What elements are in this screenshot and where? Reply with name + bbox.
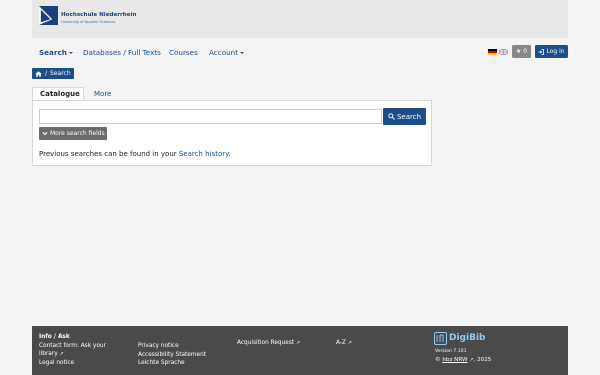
footer-col-policies: Privacy notice Accessibility Statement L…: [138, 342, 206, 368]
footer-acquisition-label: Acquisition Request: [237, 340, 295, 346]
star-icon: ★: [515, 48, 522, 55]
footer-easy-language-link[interactable]: Leichte Sprache: [138, 359, 206, 368]
nav-courses[interactable]: Courses: [169, 48, 198, 57]
footer-privacy-link[interactable]: Privacy notice: [138, 342, 206, 351]
external-link-icon: ↗: [295, 340, 301, 346]
external-link-icon: ↗: [59, 351, 64, 358]
digibib-name: DigiBib: [449, 333, 486, 343]
login-icon: [538, 48, 545, 55]
footer-col-acquisition: Acquisition Request ↗: [237, 339, 300, 348]
breadcrumb[interactable]: / Search: [32, 68, 74, 79]
footer-az-link[interactable]: A-Z ↗: [336, 339, 352, 348]
search-icon: [388, 113, 395, 120]
footer-contact-link[interactable]: Contact form: Ask your: [39, 342, 106, 351]
logo-name: Hochschule Niederrhein: [61, 12, 137, 18]
main-nav: Search Databases / Full Texts Courses Ac…: [32, 38, 568, 66]
footer-acquisition-link[interactable]: Acquisition Request ↗: [237, 339, 300, 348]
chevron-down-icon: [68, 52, 73, 54]
search-input[interactable]: [39, 109, 382, 124]
footer-heading: Info / Ask: [39, 334, 70, 340]
nav-search-menu[interactable]: Search: [39, 48, 73, 57]
tab-catalogue[interactable]: Catalogue: [32, 87, 84, 100]
period: .: [228, 150, 231, 158]
german-flag-icon[interactable]: [488, 49, 497, 55]
digibib-logo-icon[interactable]: [434, 332, 447, 345]
nav-databases[interactable]: Databases / Full Texts: [83, 48, 161, 57]
site-footer: Info / Ask Contact form: Ask your librar…: [32, 326, 568, 375]
login-button[interactable]: Log in: [535, 45, 568, 58]
footer-legal-link[interactable]: Legal notice: [39, 359, 106, 368]
chevron-down-icon: [42, 131, 48, 136]
bookmark-count: 0: [523, 48, 528, 55]
logo-subtitle: University of Applied Sciences: [61, 20, 116, 24]
nav-account-menu[interactable]: Account: [209, 48, 245, 57]
search-button[interactable]: Search: [383, 108, 426, 125]
home-icon: [35, 70, 42, 77]
previous-searches-text: Previous searches can be found in your S…: [39, 150, 230, 158]
site-header: Hochschule Niederrhein University of App…: [32, 0, 568, 38]
footer-az-label: A-Z: [336, 340, 346, 346]
breadcrumb-separator: /: [45, 70, 48, 77]
chevron-down-icon: [240, 52, 245, 54]
bookmarks-button[interactable]: ★ 0: [512, 45, 531, 58]
footer-accessibility-link[interactable]: Accessibility Statement: [138, 351, 206, 360]
nav-account-label: Account: [209, 48, 239, 57]
digibib-version: Version 7.101: [435, 349, 467, 354]
login-label: Log in: [546, 48, 565, 55]
nav-search-label: Search: [39, 48, 67, 57]
hbz-link[interactable]: hbz NRW: [442, 357, 467, 363]
uk-flag-icon[interactable]: [499, 49, 508, 55]
breadcrumb-current: Search: [50, 70, 71, 77]
tab-more[interactable]: More: [94, 87, 111, 100]
search-panel: Search More search fields Previous searc…: [32, 100, 432, 166]
copyright-symbol: ©: [435, 357, 441, 363]
footer-col-az: A-Z ↗: [336, 339, 352, 348]
external-link-icon: ↗: [347, 340, 352, 346]
footer-library-label: library: [39, 351, 58, 358]
digibib-copyright: © hbz NRW ↗, 2025: [435, 357, 491, 363]
search-button-label: Search: [396, 112, 422, 121]
university-logo-icon[interactable]: [39, 6, 58, 25]
footer-library-link[interactable]: library ↗: [39, 350, 106, 359]
search-history-link[interactable]: Search history: [179, 150, 228, 158]
copyright-year: , 2025: [473, 357, 492, 363]
more-search-fields-button[interactable]: More search fields: [39, 127, 107, 140]
more-search-fields-label: More search fields: [50, 130, 105, 137]
previous-searches-label: Previous searches can be found in your: [39, 150, 177, 158]
footer-col-info: Info / Ask Contact form: Ask your librar…: [39, 333, 106, 368]
